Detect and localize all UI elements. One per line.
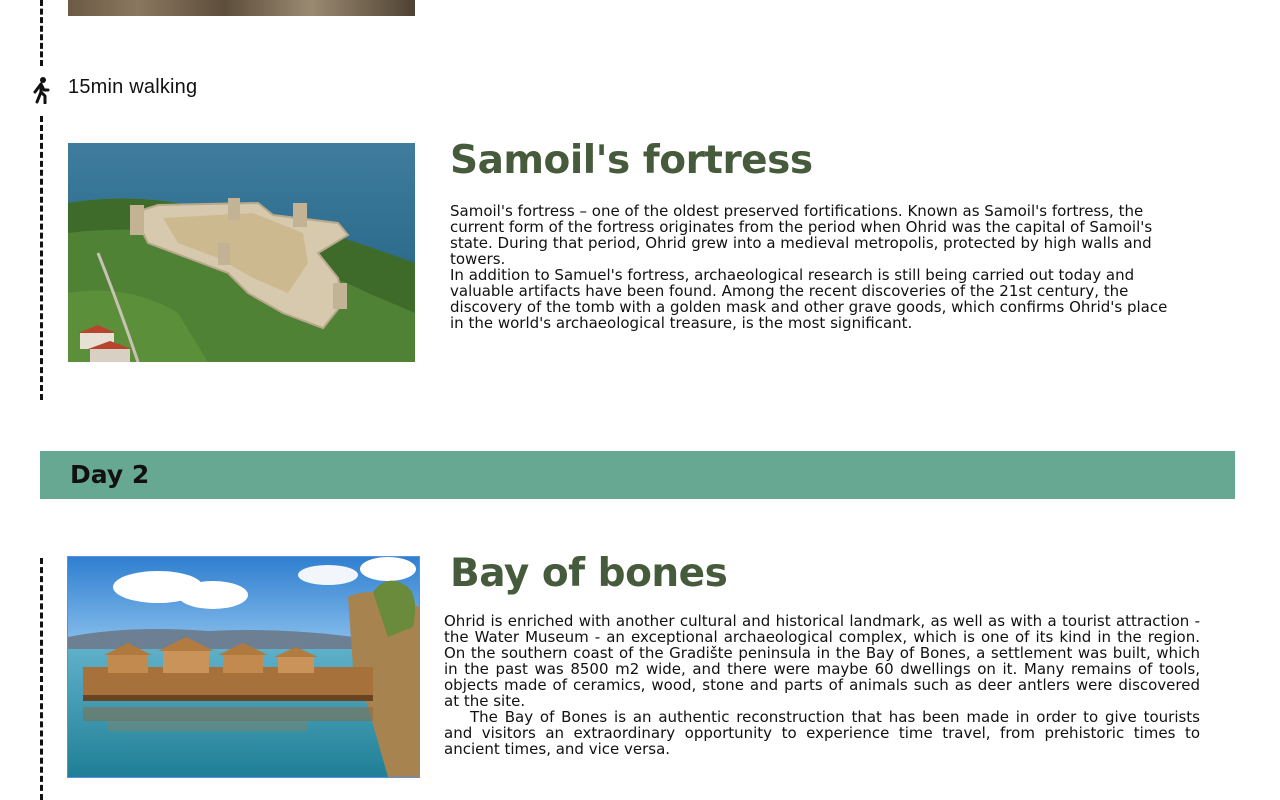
description-paragraph: The Bay of Bones is an authentic reconst… [444, 708, 1200, 758]
attraction-title: Bay of bones [450, 551, 728, 596]
fortress-photo [68, 143, 415, 362]
timeline-dashed-line [40, 0, 43, 66]
day-label: Day 2 [70, 460, 150, 489]
description-paragraph: Ohrid is enriched with another cultural … [444, 612, 1200, 710]
description-paragraph: In addition to Samuel's fortress, archae… [450, 266, 1168, 332]
walking-person-icon [30, 76, 54, 105]
walking-time-label: 15min walking [68, 76, 198, 98]
previous-attraction-image [68, 0, 415, 16]
timeline-dashed-line [40, 116, 43, 400]
attraction-description: Samoil's fortress – one of the oldest pr… [450, 203, 1170, 331]
itinerary-page: 15min walking Samoil's fortress Samoil's… [0, 0, 1280, 800]
description-paragraph: Samoil's fortress – one of the oldest pr… [450, 202, 1153, 268]
bay-of-bones-photo [67, 556, 420, 778]
attraction-description: Ohrid is enriched with another cultural … [444, 613, 1200, 757]
timeline-dashed-line [40, 558, 43, 800]
attraction-title: Samoil's fortress [450, 138, 813, 183]
day-banner: Day 2 [40, 451, 1235, 499]
